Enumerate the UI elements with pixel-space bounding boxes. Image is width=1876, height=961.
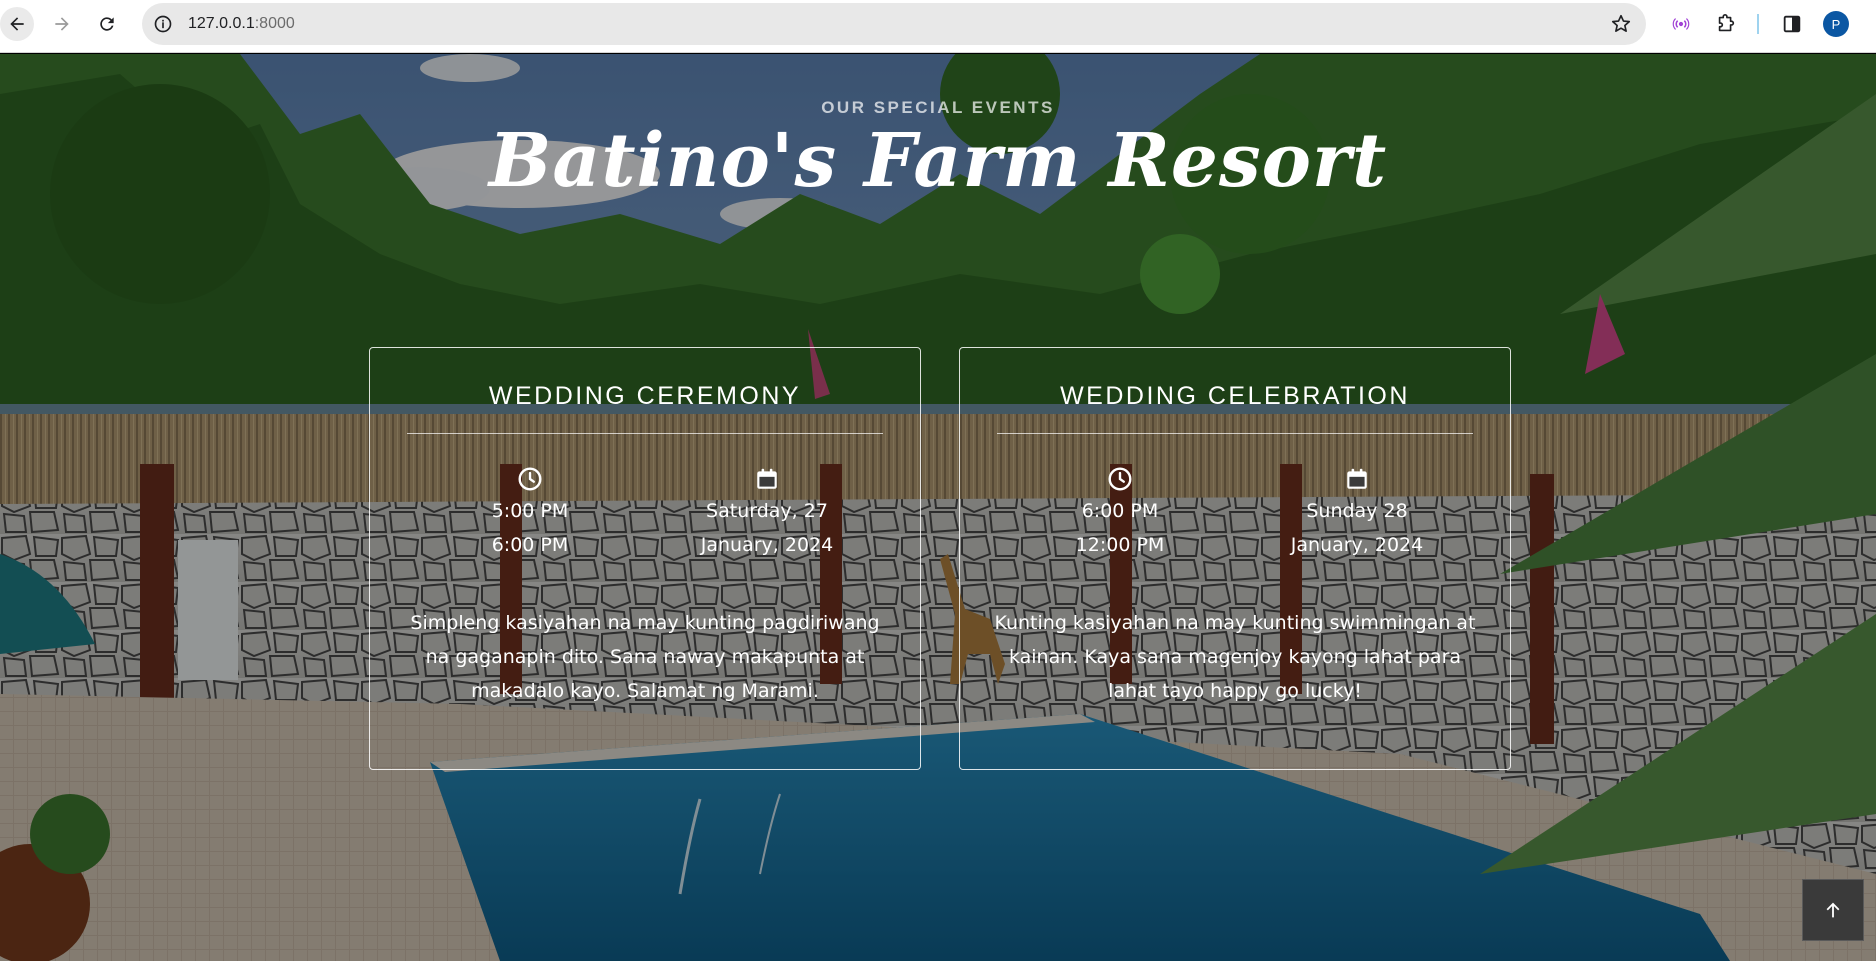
event-description: Simpleng kasiyahan na may kunting pagdir… [410, 612, 880, 702]
forward-button[interactable] [45, 7, 79, 41]
cast-button[interactable] [1669, 12, 1693, 36]
side-panel-button[interactable] [1780, 12, 1804, 36]
browser-toolbar: 127.0.0.1:8000 P [0, 0, 1876, 53]
time-start: 6:00 PM [1081, 500, 1159, 522]
event-time: 5:00 PM 6:00 PM [430, 466, 630, 562]
divider [997, 433, 1473, 434]
back-to-top-button[interactable] [1802, 879, 1864, 941]
address-bar[interactable]: 127.0.0.1:8000 [142, 3, 1646, 45]
bookmark-star-icon[interactable] [1610, 13, 1632, 35]
back-button[interactable] [0, 7, 34, 41]
reload-icon [100, 17, 114, 31]
profile-avatar[interactable]: P [1823, 11, 1849, 37]
url-text: 127.0.0.1:8000 [188, 15, 295, 33]
clock-icon [518, 467, 542, 491]
toolbar-divider [1757, 14, 1759, 34]
divider [407, 433, 883, 434]
event-title: WEDDING CELEBRATION [1060, 382, 1410, 410]
forward-icon [55, 17, 69, 31]
resort-title: Batino's Farm Resort [488, 118, 1388, 204]
date-line-1: Saturday, 27 [706, 500, 828, 522]
event-date: Saturday, 27 January, 2024 [667, 466, 867, 562]
url-host: 127.0.0.1 [188, 15, 255, 32]
time-end: 12:00 PM [1075, 534, 1165, 556]
event-description: Kunting kasiyahan na may kunting swimmin… [994, 612, 1476, 702]
time-end: 6:00 PM [491, 534, 569, 556]
site-info-button[interactable] [151, 12, 175, 36]
back-icon [10, 17, 24, 31]
clock-icon [1108, 467, 1132, 491]
event-time: 6:00 PM 12:00 PM [1020, 466, 1220, 562]
event-date: Sunday 28 January, 2024 [1257, 466, 1457, 562]
event-card-celebration: WEDDING CELEBRATION 6:00 PM 12:00 PM Sun… [959, 347, 1511, 770]
date-line-2: January, 2024 [1290, 534, 1424, 556]
cast-icon [1672, 18, 1690, 30]
url-port: :8000 [254, 15, 295, 32]
date-line-2: January, 2024 [700, 534, 834, 556]
event-card-ceremony: WEDDING CEREMONY 5:00 PM 6:00 PM Saturda… [369, 347, 921, 770]
site-info-icon [154, 15, 172, 33]
calendar-icon [757, 468, 777, 489]
side-panel-icon [1783, 15, 1801, 33]
event-title: WEDDING CEREMONY [488, 382, 802, 410]
events-section: OUR SPECIAL EVENTS Batino's Farm Resort … [0, 54, 1876, 961]
calendar-icon [1347, 468, 1367, 489]
time-start: 5:00 PM [491, 500, 569, 522]
arrow-up-icon [1826, 902, 1840, 918]
extensions-icon [1718, 14, 1735, 32]
extensions-button[interactable] [1714, 12, 1738, 36]
section-eyebrow: OUR SPECIAL EVENTS [821, 98, 1055, 117]
date-line-1: Sunday 28 [1306, 500, 1408, 522]
reload-button[interactable] [90, 7, 124, 41]
